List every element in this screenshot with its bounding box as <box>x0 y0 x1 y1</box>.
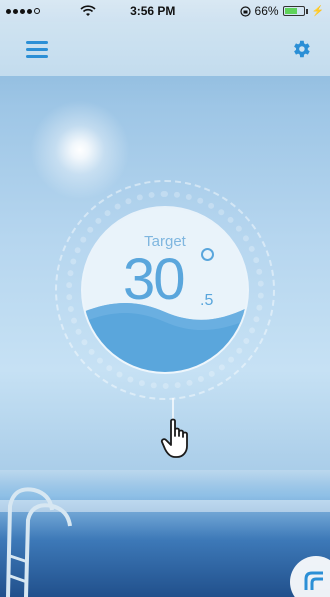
degree-symbol <box>201 248 214 261</box>
status-bar: 3:56 PM 66% ⚡ <box>0 0 330 22</box>
charging-icon: ⚡ <box>311 5 324 17</box>
battery-level <box>284 8 297 14</box>
gear-icon[interactable] <box>290 38 312 60</box>
battery-icon <box>282 6 305 16</box>
app-screen: 3:56 PM 66% ⚡ Target 30 .5 <box>0 0 330 597</box>
signal-strength-icon <box>6 5 96 17</box>
status-time: 3:56 PM <box>130 4 176 18</box>
hand-pointer-icon <box>160 418 188 458</box>
orientation-lock-icon <box>239 5 251 17</box>
temperature-integer: 30 <box>123 247 185 312</box>
status-right: 66% ⚡ <box>239 4 324 18</box>
pool-ladder-image <box>6 487 72 597</box>
temperature-decimal: .5 <box>200 292 214 309</box>
battery-percent: 66% <box>254 4 279 18</box>
quick-action-icon <box>304 571 323 590</box>
battery-tip <box>305 8 308 14</box>
hamburger-menu-icon[interactable] <box>26 40 48 58</box>
app-header <box>0 22 330 76</box>
sun-glare <box>30 100 130 200</box>
target-temperature-dial[interactable]: Target 30 .5 <box>83 208 247 372</box>
wifi-icon <box>80 5 96 16</box>
